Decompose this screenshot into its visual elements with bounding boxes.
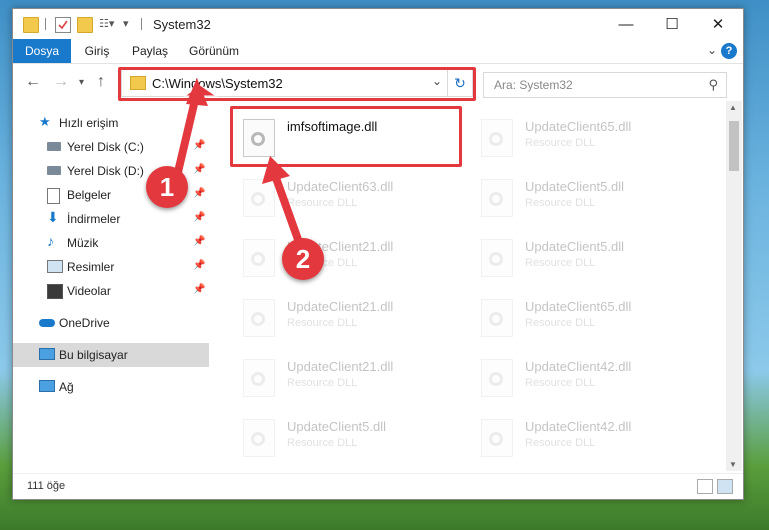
callout-badge-1: 1 [146, 166, 188, 208]
arrow-2-shaft [272, 176, 304, 247]
arrow-1-shaft [174, 99, 199, 173]
arrow-2-head [262, 156, 290, 184]
callout-badge-2: 2 [282, 238, 324, 280]
callout-arrows [174, 78, 304, 247]
